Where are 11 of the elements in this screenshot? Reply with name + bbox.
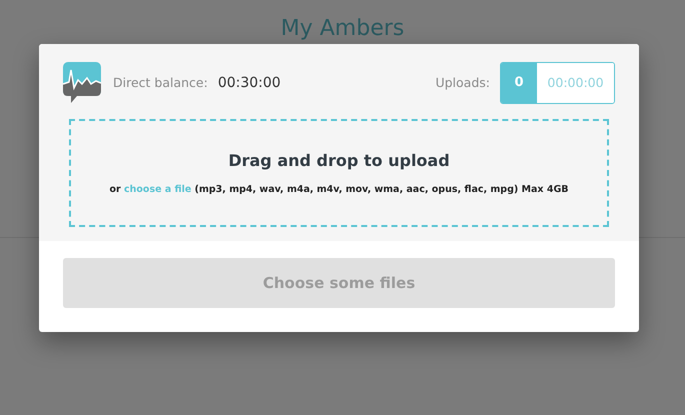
uploads-count: 0 — [501, 63, 537, 103]
choose-file-link[interactable]: choose a file — [124, 184, 192, 195]
balance-label: Direct balance: — [113, 74, 208, 92]
drop-heading: Drag and drop to upload — [228, 150, 450, 172]
file-types-note: or choose a file (mp3, mp4, wav, m4a, m4v, mov, wma, aac, opus, flac, mpg) Max 4GB — [109, 182, 569, 197]
uploads-time: 00:00:00 — [537, 63, 614, 103]
drop-zone[interactable]: Drag and drop to upload or choose a file (mp3, mp4, wav, m4a, m4v, mov, wma, aac, opus, flac, mpg) Max 4GB — [69, 119, 609, 227]
uploads-label: Uploads: — [435, 74, 490, 92]
logo-icon — [63, 62, 101, 104]
page-title: My Ambers — [280, 15, 404, 42]
balance-value: 00:30:00 — [218, 74, 281, 92]
